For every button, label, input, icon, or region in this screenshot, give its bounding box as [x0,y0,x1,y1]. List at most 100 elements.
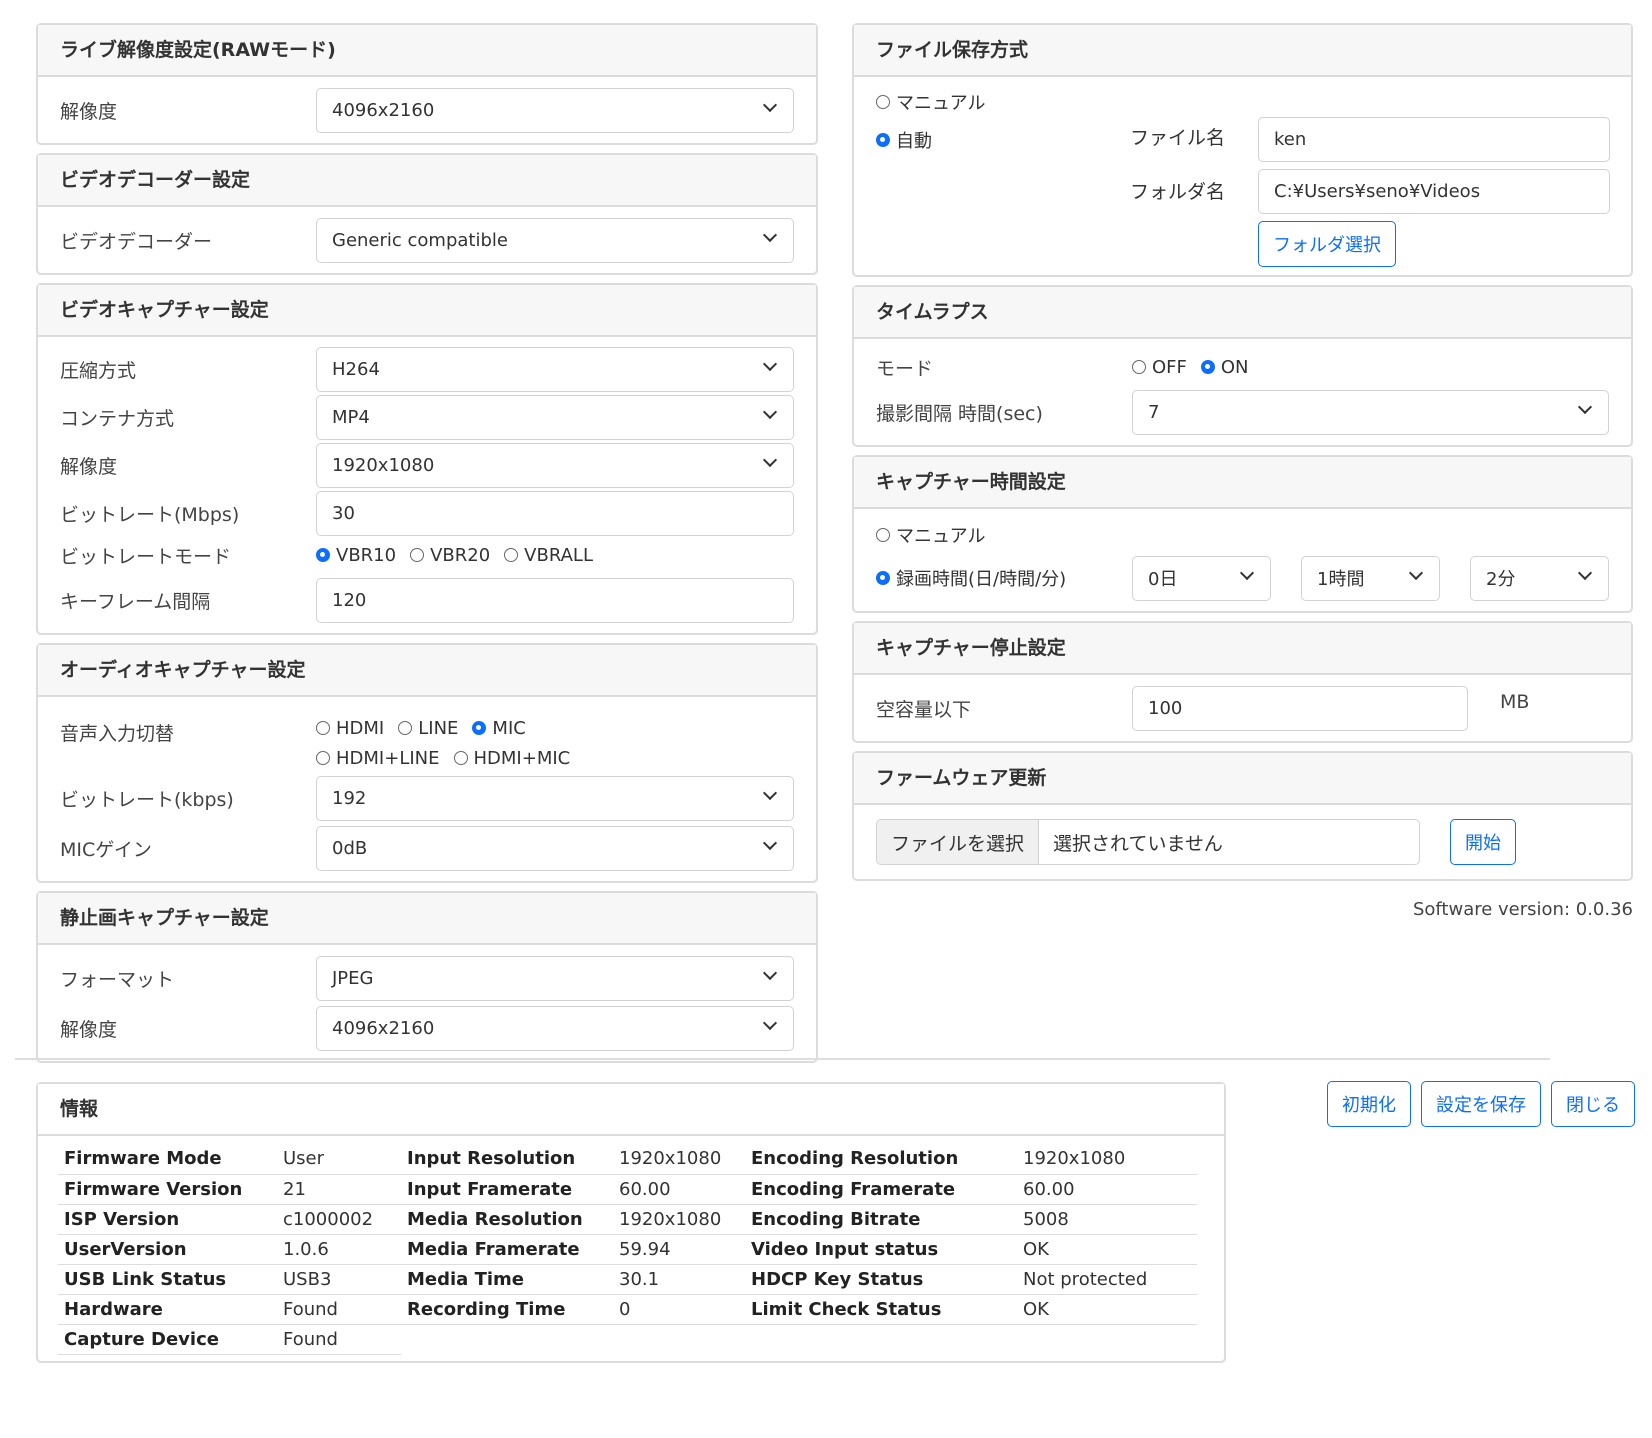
info-key: Media Time [401,1264,613,1295]
radio-unchecked-icon [398,721,413,735]
still-capture-card: 静止画キャプチャー設定 フォーマット JPEG 解像度 4096x2160 [36,891,818,1063]
radio-checked-icon [472,721,487,735]
field-label: ビットレート(kbps) [60,788,234,811]
field-label: コンテナ方式 [60,407,175,430]
mic-gain-select[interactable]: 0dB [316,825,794,871]
chevron-down-icon [1408,565,1424,580]
select-value: JPEG [332,967,374,989]
file-save-card: ファイル保存方式 マニュアル 自動 ファイル名 ken フォルダ名 C:¥Use… [852,23,1633,277]
timelapse-off-radio[interactable]: OFF [1132,357,1187,378]
field-label: フォーマット [60,968,175,991]
auto-radio[interactable]: 自動 [876,127,932,153]
input-value: ken [1274,129,1307,150]
still-format-select[interactable]: JPEG [316,955,794,1001]
capture-resolution-select[interactable]: 1920x1080 [316,442,794,488]
info-key: Encoding Resolution [745,1144,1017,1175]
line-radio[interactable]: LINE [398,718,458,739]
radio-label: HDMI+MIC [473,747,571,769]
vbr20-radio[interactable]: VBR20 [410,545,490,566]
info-key: Encoding Framerate [745,1174,1017,1205]
radio-label: VBR20 [430,544,491,566]
day-select[interactable]: 0日 [1132,555,1271,601]
raw-resolution-card: ライブ解像度設定(RAWモード) 解像度 4096x2160 [36,23,818,145]
init-button[interactable]: 初期化 [1327,1081,1411,1127]
chevron-down-icon [762,356,778,371]
vbrall-radio[interactable]: VBRALL [504,545,593,566]
hdmi-radio[interactable]: HDMI [316,718,384,739]
filename-input[interactable]: ken [1258,117,1610,162]
start-button[interactable]: 開始 [1450,819,1516,865]
choose-file-button[interactable]: ファイルを選択 [877,820,1040,864]
still-resolution-select[interactable]: 4096x2160 [316,1005,794,1051]
hdmi-line-radio[interactable]: HDMI+LINE [316,748,440,769]
card-title: ビデオデコーダー設定 [38,155,816,207]
select-value: Generic compatible [332,229,508,251]
manual-radio[interactable]: マニュアル [876,89,985,115]
file-input[interactable]: ファイルを選択 選択されていません [876,819,1420,865]
select-value: 1920x1080 [332,454,435,476]
select-value: 192 [332,787,367,809]
field-label: 解像度 [60,100,118,123]
field-label: ビットレートモード [60,545,232,568]
firmware-update-card: ファームウェア更新 ファイルを選択 選択されていません 開始 [852,751,1633,881]
hour-select[interactable]: 1時間 [1301,555,1440,601]
info-value: 21 [277,1174,401,1205]
info-value: 30.1 [613,1264,745,1295]
info-value: Not protected [1017,1264,1197,1295]
info-key: Video Input status [745,1234,1017,1265]
field-label: ビデオデコーダー [60,230,213,253]
audio-capture-card: オーディオキャプチャー設定 音声入力切替 HDMI LINE MIC HDMI+… [36,643,818,883]
info-value: User [277,1144,401,1175]
video-decoder-card: ビデオデコーダー設定 ビデオデコーダー Generic compatible [36,153,818,275]
record-time-radio[interactable]: 録画時間(日/時間/分) [876,565,1132,591]
keyframe-input[interactable]: 120 [316,577,794,623]
radio-unchecked-icon [316,721,330,735]
compression-select[interactable]: H264 [316,346,794,392]
container-select[interactable]: MP4 [316,394,794,440]
radio-unchecked-icon [1132,360,1146,374]
close-button[interactable]: 閉じる [1551,1081,1635,1127]
card-title: ビデオキャプチャー設定 [38,285,816,337]
capture-manual-radio[interactable]: マニュアル [876,522,985,548]
radio-label: ON [1220,356,1249,378]
info-key: Limit Check Status [745,1294,1017,1325]
vbr10-radio[interactable]: VBR10 [316,545,396,566]
timelapse-on-radio[interactable]: ON [1200,356,1249,378]
info-key: Firmware Mode [58,1144,277,1175]
info-key: Media Resolution [401,1204,613,1235]
interval-select[interactable]: 7 [1132,389,1609,435]
radio-label: HDMI+LINE [336,747,440,769]
audio-bitrate-select[interactable]: 192 [316,775,794,821]
info-value: 60.00 [613,1174,745,1205]
field-label: 圧縮方式 [60,359,137,382]
info-key: Input Framerate [401,1174,613,1205]
select-value: 0日 [1148,569,1178,590]
folder-select-button[interactable]: フォルダ選択 [1258,221,1396,267]
mic-radio[interactable]: MIC [472,718,526,739]
bitrate-input[interactable]: 30 [316,490,794,536]
minute-select[interactable]: 2分 [1470,555,1609,601]
info-key: USB Link Status [58,1264,277,1295]
field-label: 空容量以下 [876,698,972,721]
software-version: Software version: 0.0.36 [1412,899,1633,920]
info-value: Found [277,1324,401,1355]
hdmi-mic-radio[interactable]: HDMI+MIC [453,747,571,769]
radio-unchecked-icon [316,751,330,765]
save-settings-button[interactable]: 設定を保存 [1421,1081,1541,1127]
video-decoder-select[interactable]: Generic compatible [316,217,794,263]
radio-label: 録画時間(日/時間/分) [896,569,1067,590]
chevron-down-icon [762,965,778,980]
radio-label: LINE [418,717,459,739]
divider [15,1058,1550,1060]
field-label: ビットレート(Mbps) [60,503,240,526]
table-row: Capture Device Found [58,1324,1197,1355]
free-space-input[interactable]: 100 [1132,685,1468,731]
folder-input[interactable]: C:¥Users¥seno¥Videos [1258,169,1610,214]
chevron-down-icon [1577,399,1593,414]
chevron-down-icon [1577,565,1593,580]
input-value: 120 [332,589,367,611]
info-value: 59.94 [613,1234,745,1265]
info-value: 1920x1080 [613,1144,745,1175]
field-label: ファイル名 [1130,127,1226,149]
raw-resolution-select[interactable]: 4096x2160 [316,87,794,133]
